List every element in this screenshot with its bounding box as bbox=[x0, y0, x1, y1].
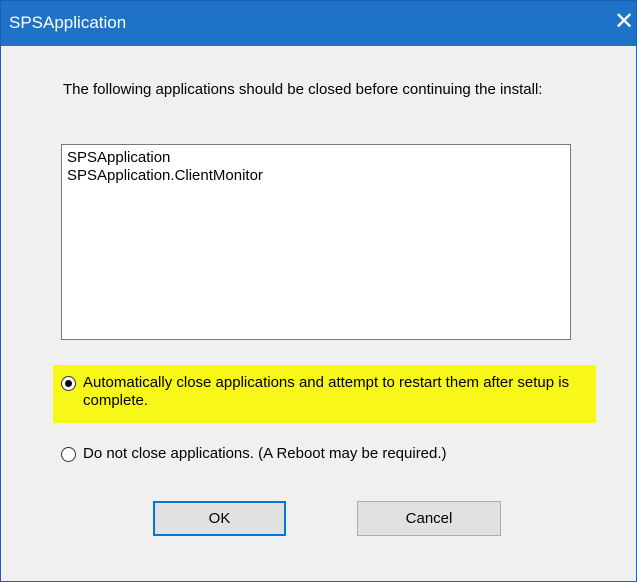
radio-label-auto-close[interactable]: Automatically close applications and att… bbox=[83, 374, 593, 410]
applications-list[interactable]: SPSApplication SPSApplication.ClientMoni… bbox=[61, 144, 571, 340]
ok-button[interactable]: OK bbox=[153, 501, 286, 536]
window-title: SPSApplication bbox=[9, 13, 127, 32]
instruction-text: The following applications should be clo… bbox=[63, 81, 543, 98]
cancel-button[interactable]: Cancel bbox=[357, 501, 501, 536]
title-bar[interactable]: SPSApplication ✕ bbox=[1, 1, 636, 46]
dialog-window: SPSApplication ✕ The following applicati… bbox=[0, 0, 637, 582]
close-icon[interactable]: ✕ bbox=[614, 9, 634, 35]
list-item[interactable]: SPSApplication bbox=[67, 149, 565, 167]
radio-label-do-not-close[interactable]: Do not close applications. (A Reboot may… bbox=[83, 445, 593, 463]
radio-button-do-not-close[interactable] bbox=[61, 447, 76, 462]
list-item[interactable]: SPSApplication.ClientMonitor bbox=[67, 167, 565, 185]
radio-button-auto-close[interactable] bbox=[61, 376, 76, 391]
